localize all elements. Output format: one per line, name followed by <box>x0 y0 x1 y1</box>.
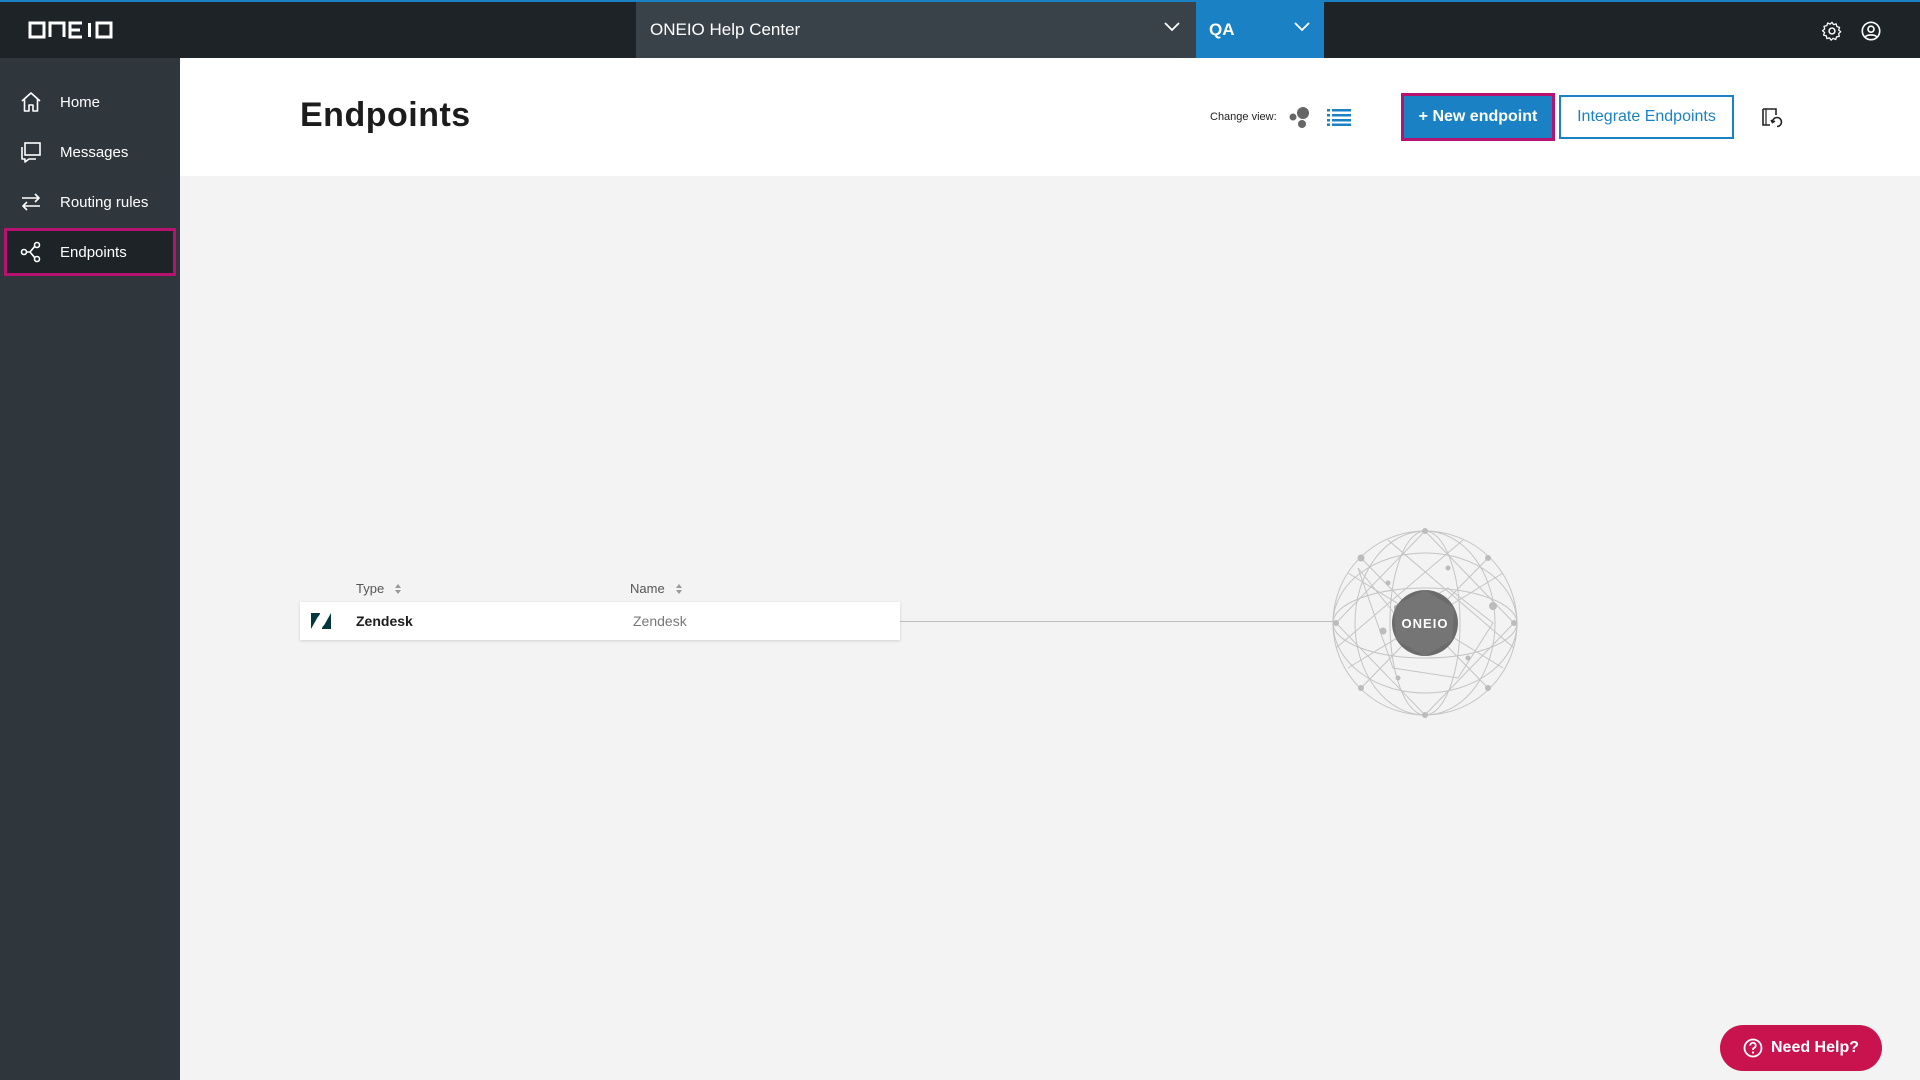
sort-icon <box>395 583 402 594</box>
new-endpoint-button[interactable]: + New endpoint <box>1401 93 1555 141</box>
column-header-label: Type <box>356 581 385 596</box>
sidebar-item-label: Home <box>60 93 101 111</box>
sort-icon <box>675 583 682 594</box>
sidebar: Home Messages Routing rules Endpoints <box>0 58 180 1080</box>
endpoints-icon <box>18 239 44 265</box>
organization-selector-label: ONEIO Help Center <box>650 20 801 39</box>
column-header-label: Name <box>630 581 665 596</box>
endpoint-type: Zendesk <box>356 613 413 629</box>
sidebar-item-messages[interactable]: Messages <box>4 128 176 176</box>
page-title: Endpoints <box>300 96 471 134</box>
sidebar-item-label: Messages <box>60 143 129 161</box>
column-header-name[interactable]: Name <box>630 581 683 596</box>
oneio-logo-mark <box>28 21 113 39</box>
page-header: Endpoints Change view: + New endpoint In… <box>180 58 1920 176</box>
hub-label: ONEIO <box>1402 616 1449 631</box>
column-header-type[interactable]: Type <box>356 581 402 596</box>
home-icon <box>18 89 44 115</box>
connection-line <box>900 621 1334 622</box>
oneio-hub-globe[interactable]: ONEIO <box>1328 528 1522 718</box>
sidebar-item-label: Routing rules <box>60 193 149 211</box>
chevron-down-icon <box>1294 22 1310 32</box>
endpoint-name: Zendesk <box>633 613 687 629</box>
environment-selector[interactable]: QA <box>1196 2 1324 58</box>
routing-icon <box>18 189 44 215</box>
sidebar-item-endpoints[interactable]: Endpoints <box>4 228 176 276</box>
user-account-icon[interactable] <box>1860 20 1882 42</box>
sidebar-item-routing-rules[interactable]: Routing rules <box>4 178 176 226</box>
integrate-endpoints-button[interactable]: Integrate Endpoints <box>1559 95 1734 139</box>
organization-selector[interactable]: ONEIO Help Center <box>636 2 1196 58</box>
need-help-label: Need Help? <box>1770 1039 1859 1056</box>
sidebar-item-home[interactable]: Home <box>4 78 176 126</box>
settings-gear-icon[interactable] <box>1821 20 1843 42</box>
top-bar: ONEIO Help Center QA <box>0 0 1920 58</box>
zendesk-icon <box>311 613 331 629</box>
messages-icon <box>18 139 44 165</box>
question-circle-icon <box>1743 1038 1763 1058</box>
oneio-logo[interactable] <box>28 18 118 42</box>
bubble-view-icon[interactable] <box>1288 105 1312 129</box>
chevron-down-icon <box>1164 22 1180 32</box>
table-row[interactable]: Zendesk Zendesk <box>300 602 900 640</box>
change-view-label: Change view: <box>1210 111 1277 123</box>
need-help-button[interactable]: Need Help? <box>1720 1025 1882 1071</box>
list-view-icon[interactable] <box>1327 108 1351 126</box>
environment-selector-label: QA <box>1209 20 1235 39</box>
refresh-endpoints-icon[interactable] <box>1760 106 1784 130</box>
sidebar-item-label: Endpoints <box>60 243 127 261</box>
